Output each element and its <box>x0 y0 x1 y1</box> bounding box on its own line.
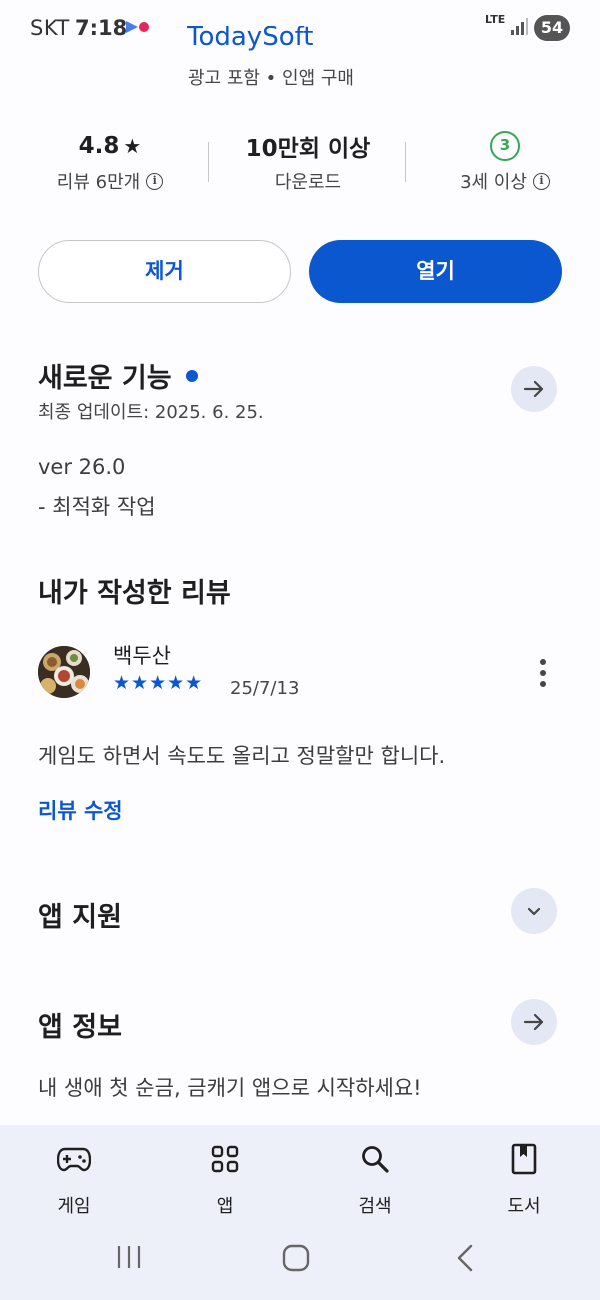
nav-tab-search[interactable]: 검색 <box>330 1140 420 1218</box>
food-avatar-icon <box>38 646 90 698</box>
my-review-title: 내가 작성한 리뷰 <box>38 578 231 609</box>
network-type: LTE <box>485 13 506 26</box>
search-icon <box>362 1146 389 1173</box>
app-name[interactable]: TodaySoft <box>187 26 314 58</box>
review-stars: ★★★★★ <box>113 672 204 694</box>
nav-tab-books[interactable]: 도서 <box>479 1140 569 1218</box>
age-rating-stat[interactable]: 3 3세 이상 i <box>435 130 575 194</box>
divider <box>208 142 209 182</box>
age-rating-label: 3세 이상 <box>460 172 527 193</box>
app-support-expand-button[interactable] <box>511 888 557 934</box>
nav-label-books: 도서 <box>507 1196 541 1217</box>
version-text: ver 26.0 <box>38 455 126 479</box>
signal-icon <box>511 18 528 35</box>
app-support-title[interactable]: 앱 지원 <box>38 895 122 934</box>
clock: 7:18 <box>75 16 128 40</box>
open-button[interactable]: 열기 <box>309 240 562 303</box>
app-info-title[interactable]: 앱 정보 <box>38 1005 122 1044</box>
recent-apps-icon[interactable] <box>114 1244 144 1270</box>
book-icon <box>511 1143 537 1175</box>
age-rating-badge-icon: 3 <box>490 131 520 161</box>
star-icon: ★ <box>123 134 142 158</box>
whats-new-header[interactable]: 새로운 기능 <box>38 356 198 395</box>
apps-grid-icon <box>211 1145 239 1173</box>
home-icon[interactable] <box>282 1244 310 1272</box>
release-notes: - 최적화 작업 <box>38 495 156 519</box>
rating-value: 4.8 <box>78 133 120 159</box>
edit-review-link[interactable]: 리뷰 수정 <box>38 795 123 825</box>
more-options-icon[interactable] <box>530 656 556 690</box>
media-notification-icon <box>126 21 138 33</box>
whats-new-arrow-button[interactable] <box>511 366 557 412</box>
downloads-stat: 10만회 이상 다운로드 <box>228 130 388 194</box>
app-meta: 광고 포함 • 인앱 구매 <box>188 68 354 89</box>
arrow-right-icon <box>523 1013 544 1031</box>
review-author: 백두산 <box>113 644 171 668</box>
nav-tab-games[interactable]: 게임 <box>29 1140 119 1218</box>
app-description: 내 생애 첫 순금, 금캐기 앱으로 시작하세요! <box>38 1076 422 1100</box>
nav-label-apps: 앱 <box>216 1196 234 1217</box>
carrier-label: SKT <box>30 16 70 40</box>
divider <box>405 142 406 182</box>
notification-dot-icon <box>139 22 149 32</box>
nav-tab-apps[interactable]: 앱 <box>180 1140 270 1218</box>
arrow-right-icon <box>523 380 544 398</box>
nav-label-search: 검색 <box>358 1196 392 1217</box>
new-indicator-dot-icon <box>185 369 198 382</box>
info-icon[interactable]: i <box>146 172 164 190</box>
last-updated: 최종 업데이트: 2025. 6. 25. <box>38 402 264 423</box>
info-icon[interactable]: i <box>532 172 550 190</box>
chevron-down-icon <box>527 907 541 916</box>
rating-stat[interactable]: 4.8 ★ 리뷰 6만개 i <box>40 130 180 194</box>
nav-label-games: 게임 <box>57 1196 91 1217</box>
gamepad-icon <box>57 1147 91 1172</box>
reviews-count: 리뷰 6만개 <box>56 172 141 193</box>
downloads-value: 10만회 이상 <box>245 136 371 162</box>
review-date: 25/7/13 <box>230 678 300 699</box>
downloads-label: 다운로드 <box>274 172 342 193</box>
avatar <box>38 646 90 698</box>
back-icon[interactable] <box>455 1244 475 1272</box>
battery-indicator: 54 <box>534 15 570 41</box>
whats-new-title: 새로운 기능 <box>38 363 172 394</box>
app-info-arrow-button[interactable] <box>511 999 557 1045</box>
review-text: 게임도 하면서 속도도 올리고 정말할만 합니다. <box>38 744 446 768</box>
uninstall-button[interactable]: 제거 <box>38 240 291 303</box>
